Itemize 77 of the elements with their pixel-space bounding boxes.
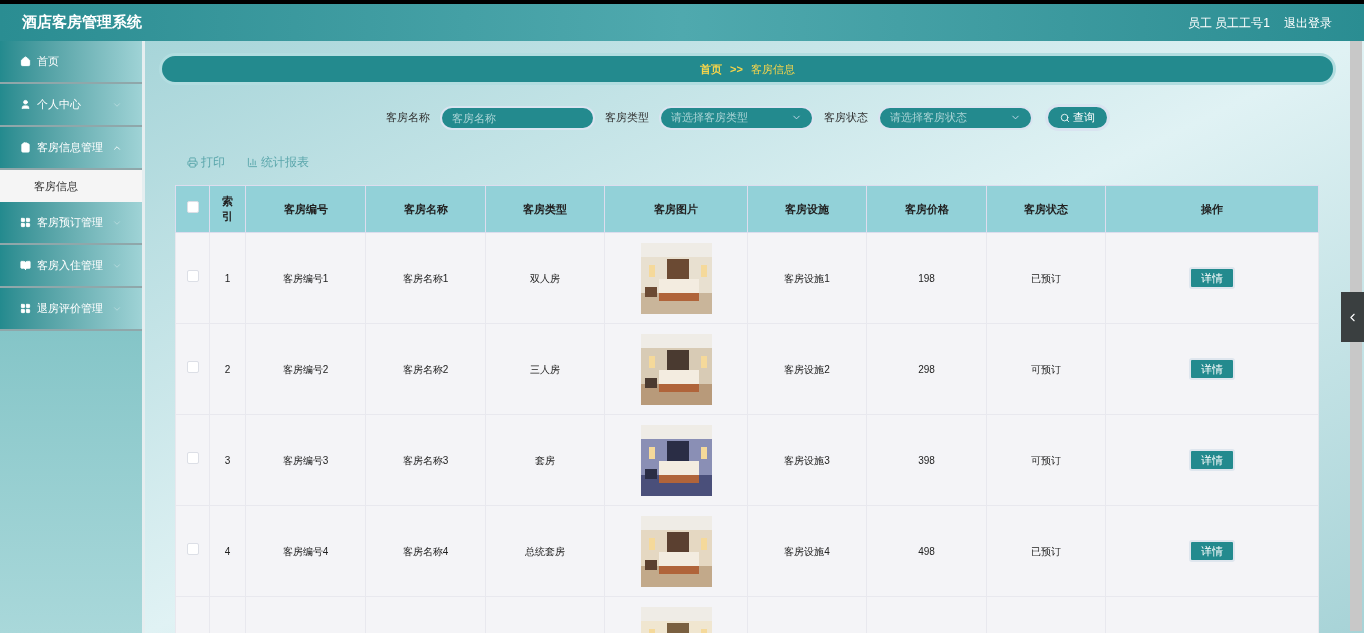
table-cell: 4 xyxy=(224,545,231,557)
table-cell: 客房名称4 xyxy=(402,545,449,557)
table-cell: 1 xyxy=(224,272,231,284)
submenu-item[interactable]: 客房信息 xyxy=(0,170,142,202)
table-cell: 客房编号4 xyxy=(282,545,329,557)
table-cell: 2 xyxy=(224,363,231,375)
details-button[interactable]: 详情 xyxy=(1189,449,1235,471)
field-label: 客房名称 xyxy=(385,110,430,126)
print-button[interactable]: 打印 xyxy=(187,153,225,171)
column-header: 索引 xyxy=(209,185,246,233)
select-field[interactable]: 请选择客房状态 xyxy=(877,105,1033,130)
sidebar-item[interactable]: 退房评价管理 xyxy=(0,288,142,331)
column-header: 客房编号 xyxy=(245,185,366,233)
print-icon xyxy=(187,156,198,168)
checkbox[interactable] xyxy=(186,452,199,464)
field-label: 客房状态 xyxy=(823,110,868,126)
table-cell: 三人房 xyxy=(530,363,560,375)
table-cell: 已预订 xyxy=(1031,545,1061,557)
table-cell: 总统套房 xyxy=(525,545,565,557)
table-cell: 398 xyxy=(918,454,935,466)
column-header: 客房类型 xyxy=(485,185,605,233)
book-icon xyxy=(20,260,31,271)
input-field[interactable]: 客房名称 xyxy=(439,105,595,130)
user-label: 员工 员工工号1 xyxy=(1187,14,1270,32)
details-button[interactable]: 详情 xyxy=(1189,358,1235,380)
table-cell: 客房编号2 xyxy=(282,363,329,375)
sidebar-item[interactable]: 客房预订管理 xyxy=(0,202,142,245)
table-cell: 可预订 xyxy=(1031,363,1061,375)
search-icon xyxy=(1059,112,1070,123)
column-header: 客房设施 xyxy=(747,185,867,233)
breadcrumb-separator: >> xyxy=(730,61,743,77)
breadcrumb-link[interactable]: 首页 xyxy=(700,60,723,78)
checkbox[interactable] xyxy=(186,270,199,282)
column-header: 客房名称 xyxy=(365,185,486,233)
table-cell: 客房名称1 xyxy=(402,272,449,284)
checkbox[interactable] xyxy=(186,543,199,555)
details-button[interactable]: 详情 xyxy=(1189,267,1235,289)
chart-button[interactable]: 统计报表 xyxy=(247,153,309,171)
column-header: 操作 xyxy=(1105,185,1319,233)
sidebar-item[interactable]: 首页 xyxy=(0,41,142,84)
table-cell: 已预订 xyxy=(1031,272,1061,284)
grid-icon xyxy=(20,217,31,228)
chart-icon xyxy=(247,156,258,168)
table-cell: 3 xyxy=(224,454,231,466)
checkbox[interactable] xyxy=(186,361,199,373)
column-header: 客房状态 xyxy=(986,185,1106,233)
logout-link[interactable]: 退出登录 xyxy=(1284,13,1332,32)
table-cell: 客房名称3 xyxy=(402,454,449,466)
table-cell: 客房设施3 xyxy=(784,454,830,466)
checkbox[interactable] xyxy=(186,201,199,213)
search-button[interactable]: 查询 xyxy=(1044,104,1110,131)
table-cell: 客房编号1 xyxy=(282,272,329,284)
table-cell: 498 xyxy=(918,545,935,557)
details-button[interactable]: 详情 xyxy=(1189,540,1235,562)
breadcrumb-current: 客房信息 xyxy=(750,61,795,77)
table-cell: 198 xyxy=(918,272,935,284)
sidebar-item[interactable]: 客房信息管理 xyxy=(0,127,142,170)
table-cell: 可预订 xyxy=(1031,454,1061,466)
sidebar-item[interactable]: 个人中心 xyxy=(0,84,142,127)
column-header: 客房价格 xyxy=(866,185,987,233)
sidebar-item[interactable]: 客房入住管理 xyxy=(0,245,142,288)
field-label: 客房类型 xyxy=(604,110,649,126)
side-panel-toggle[interactable] xyxy=(1341,292,1364,342)
table-cell: 客房设施2 xyxy=(784,363,830,375)
table-cell: 套房 xyxy=(535,454,555,466)
table-cell: 双人房 xyxy=(530,272,560,284)
grid-icon xyxy=(20,303,31,314)
user-icon xyxy=(20,99,31,110)
column-header: 客房图片 xyxy=(604,185,748,233)
app-title: 酒店客房管理系统 xyxy=(22,12,142,34)
table-cell: 客房编号3 xyxy=(282,454,329,466)
home-icon xyxy=(20,56,31,67)
table-cell: 客房名称2 xyxy=(402,363,449,375)
table-cell: 客房设施1 xyxy=(784,272,830,284)
table-cell: 客房设施4 xyxy=(784,545,830,557)
select-field[interactable]: 请选择客房类型 xyxy=(658,105,814,130)
table-cell: 298 xyxy=(918,363,935,375)
